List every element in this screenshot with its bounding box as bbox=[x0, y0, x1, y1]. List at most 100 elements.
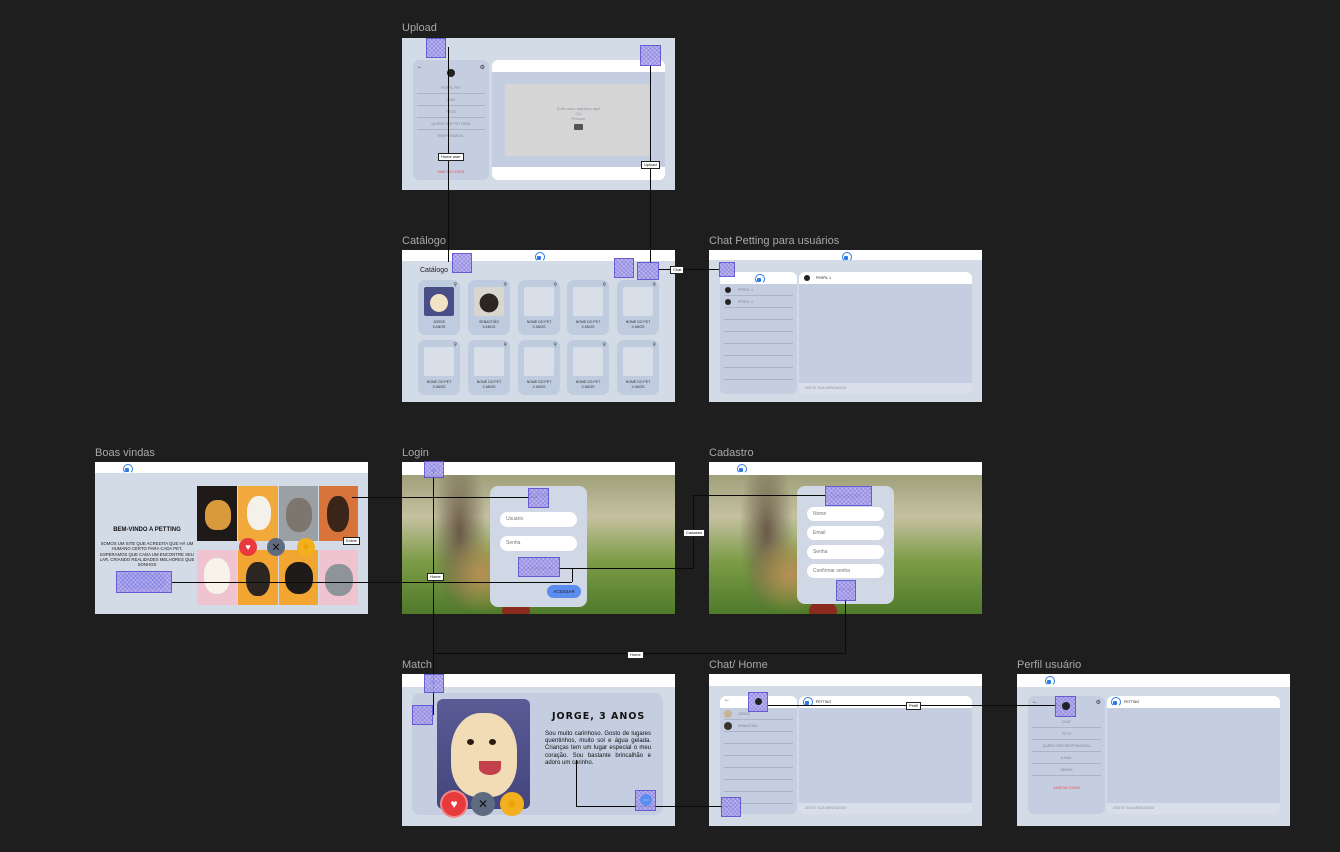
pet-card[interactable]: ⚲ NOME DO PET X ANOS bbox=[617, 280, 659, 335]
hotspot-chat-home-bottom[interactable] bbox=[721, 797, 741, 817]
dog-photo bbox=[197, 550, 237, 605]
pet-card[interactable]: ⚲ NOME DO PET X ANOS bbox=[518, 340, 560, 395]
upload-menu-item-1[interactable]: PERFIL PET bbox=[417, 82, 485, 94]
hotspot-upload-home[interactable] bbox=[426, 38, 446, 58]
hotspot-register-submit[interactable] bbox=[836, 580, 856, 601]
dog-photo bbox=[238, 486, 278, 541]
settings-gear-icon[interactable]: ⚙ bbox=[1096, 699, 1101, 706]
perfil-menu-pets[interactable]: PETS bbox=[1032, 728, 1101, 740]
contact-empty bbox=[724, 744, 793, 756]
pet-card-action-icon[interactable]: ⚲ bbox=[453, 282, 457, 288]
profile-avatar-icon[interactable] bbox=[755, 698, 762, 705]
pet-card-action-icon[interactable]: ⚲ bbox=[652, 342, 656, 348]
hotspot-catalogo-upload[interactable] bbox=[637, 262, 659, 280]
password-input[interactable]: Senha bbox=[500, 536, 577, 551]
favorite-star-icon[interactable]: ★ bbox=[500, 792, 524, 816]
username-input[interactable]: Usuário bbox=[500, 512, 577, 527]
pet-card-action-icon[interactable]: ⚲ bbox=[602, 282, 606, 288]
match-card: JORGE, 3 ANOS Sou muito carinhoso. Gosto… bbox=[412, 693, 663, 816]
contact-empty bbox=[724, 756, 793, 768]
perfil-panel: PETTING DIGITE SUA MENSAGEM bbox=[1107, 696, 1280, 814]
dislike-x-icon[interactable]: ✕ bbox=[471, 792, 495, 816]
contact-empty bbox=[724, 732, 793, 744]
hotspot-enter[interactable] bbox=[116, 571, 172, 593]
pet-card[interactable]: ⚲ SEBASTIÃO 5 ANOS bbox=[468, 280, 510, 335]
favorite-star-icon[interactable]: ★ bbox=[297, 538, 315, 556]
like-heart-icon[interactable]: ♥ bbox=[442, 792, 466, 816]
name-input[interactable]: Nome bbox=[807, 507, 884, 521]
perfil-menu-chat[interactable]: CHAT bbox=[1032, 716, 1101, 728]
perfil-menu-senha[interactable]: SENHA bbox=[1032, 764, 1101, 776]
back-arrow-icon[interactable]: ← bbox=[724, 697, 730, 703]
catalogo-frame: Catálogo ⚲ JORGE 3 ANOS ⚲ SEBASTIÃO 5 ANOS ⚲ NO… bbox=[402, 250, 675, 402]
hotspot-login-logo[interactable] bbox=[424, 461, 444, 478]
profile-avatar-icon[interactable] bbox=[1062, 702, 1070, 710]
pet-card-label: NOME DO PET X ANOS bbox=[567, 380, 609, 390]
like-heart-icon[interactable]: ♥ bbox=[239, 538, 257, 556]
message-input[interactable]: DIGITE SUA MENSAGEM bbox=[799, 383, 972, 394]
frame-label-catalogo: Catálogo bbox=[402, 235, 447, 247]
hotspot-catalogo-chat[interactable] bbox=[614, 258, 634, 278]
hotspot-upload-top[interactable] bbox=[640, 45, 661, 66]
pet-card-age: X ANOS bbox=[432, 385, 446, 389]
logout-link[interactable]: SAIR DA CONTA bbox=[413, 170, 489, 174]
chat-header-name: PERFIL 1 bbox=[816, 276, 832, 280]
pet-card[interactable]: ⚲ NOME DO PET X ANOS bbox=[468, 340, 510, 395]
pet-card[interactable]: ⚲ JORGE 3 ANOS bbox=[418, 280, 460, 335]
chat-avatar-icon bbox=[804, 275, 810, 281]
pet-card-action-icon[interactable]: ⚲ bbox=[602, 342, 606, 348]
password-input[interactable]: Senha bbox=[807, 545, 884, 559]
pet-bio: Sou muito carinhoso. Gosto de lugares qu… bbox=[545, 731, 651, 766]
pet-card[interactable]: ⚲ NOME DO PET X ANOS bbox=[567, 340, 609, 395]
dropzone-browse[interactable]: Procure bbox=[505, 116, 652, 121]
chat-petting-conversation: PERFIL 1 DIGITE SUA MENSAGEM bbox=[799, 272, 972, 394]
chat-bubble-icon[interactable]: ⋯ bbox=[640, 794, 652, 806]
back-arrow-icon[interactable]: ← bbox=[417, 64, 423, 70]
contact-sebastiao[interactable]: SEBASTIÃO bbox=[724, 720, 793, 732]
hotspot-match-back[interactable] bbox=[412, 705, 433, 725]
upload-menu-item-2[interactable]: CHAT bbox=[417, 94, 485, 106]
pet-photo bbox=[424, 347, 454, 376]
petting-logo-icon bbox=[754, 274, 765, 284]
pet-card-action-icon[interactable]: ⚲ bbox=[553, 282, 557, 288]
perfil-menu-email[interactable]: E-MAIL bbox=[1032, 752, 1101, 764]
hotspot-register-title[interactable] bbox=[825, 486, 872, 506]
hotspot-catalogo-menu[interactable] bbox=[452, 253, 472, 273]
connector-tag-upload: Upload bbox=[641, 161, 660, 169]
pet-card-action-icon[interactable]: ⚲ bbox=[503, 342, 507, 348]
pet-card-age: X ANOS bbox=[532, 385, 546, 389]
hotspot-register-link[interactable] bbox=[518, 557, 560, 577]
petting-logo-icon bbox=[841, 252, 852, 262]
message-input[interactable]: DIGITE SUA MENSAGEM bbox=[799, 803, 972, 814]
pet-card[interactable]: ⚲ NOME DO PET X ANOS bbox=[567, 280, 609, 335]
hotspot-chat-petting[interactable] bbox=[719, 262, 735, 277]
pet-card-action-icon[interactable]: ⚲ bbox=[652, 282, 656, 288]
dislike-x-icon[interactable]: ✕ bbox=[267, 538, 285, 556]
frame-label-upload: Upload bbox=[402, 22, 437, 34]
message-input[interactable]: DIGITE SUA MENSAGEM bbox=[1107, 803, 1280, 814]
pet-card[interactable]: ⚲ NOME DO PET X ANOS bbox=[418, 340, 460, 395]
access-button[interactable]: ACESSAR bbox=[547, 585, 581, 598]
email-input[interactable]: Email bbox=[807, 526, 884, 540]
upload-menu-item-5[interactable]: RESPONSÁVEL bbox=[417, 130, 485, 142]
pet-card[interactable]: ⚲ NOME DO PET X ANOS bbox=[518, 280, 560, 335]
hotspot-match-logo[interactable] bbox=[424, 674, 444, 693]
contact-perfil-1[interactable]: PERFIL 1 bbox=[724, 284, 793, 296]
pet-card[interactable]: ⚲ NOME DO PET X ANOS bbox=[617, 340, 659, 395]
dog-photo bbox=[319, 486, 358, 541]
pet-card-action-icon[interactable]: ⚲ bbox=[453, 342, 457, 348]
pet-card-action-icon[interactable]: ⚲ bbox=[553, 342, 557, 348]
upload-menu-item-4[interactable]: QUERO SER PET PARA bbox=[417, 118, 485, 130]
dog-photo bbox=[279, 550, 318, 605]
pet-card-label: NOME DO PET X ANOS bbox=[518, 320, 560, 330]
confirm-password-input[interactable]: Confirmar senha bbox=[807, 564, 884, 578]
contact-perfil-2[interactable]: PERFIL 2 bbox=[724, 296, 793, 308]
upload-dropzone[interactable]: Solte seus arquivos aqui OU Procure bbox=[505, 84, 652, 156]
settings-gear-icon[interactable]: ⚙ bbox=[480, 64, 485, 71]
pet-card-label: NOME DO PET X ANOS bbox=[468, 380, 510, 390]
logout-link[interactable]: SAIR DA CONTA bbox=[1028, 786, 1105, 790]
hotspot-login-title[interactable] bbox=[528, 488, 549, 508]
perfil-menu-responsavel[interactable]: QUERO SER RESPONSÁVEL bbox=[1032, 740, 1101, 752]
pet-card-action-icon[interactable]: ⚲ bbox=[503, 282, 507, 288]
upload-menu-item-3[interactable]: PETS bbox=[417, 106, 485, 118]
